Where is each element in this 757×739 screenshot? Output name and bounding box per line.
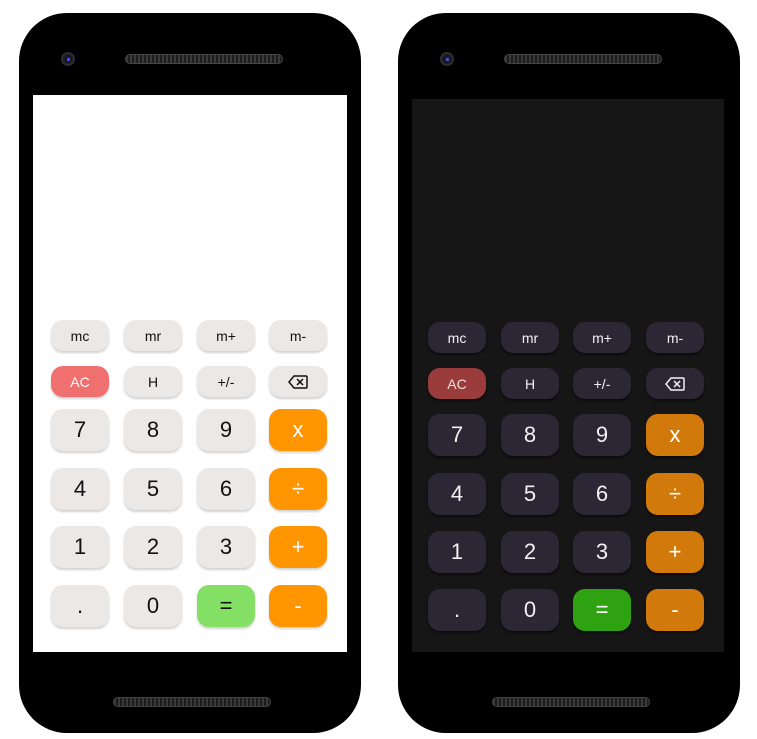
- digit-2-button[interactable]: 2: [124, 526, 182, 568]
- earpiece-speaker: [125, 54, 283, 64]
- multiply-button[interactable]: x: [269, 409, 327, 451]
- ac-button[interactable]: AC: [428, 368, 486, 399]
- ac-button[interactable]: AC: [51, 366, 109, 397]
- digit-6-button[interactable]: 6: [573, 473, 631, 515]
- digit-0-button[interactable]: 0: [501, 589, 559, 631]
- subtract-button[interactable]: -: [646, 589, 704, 631]
- digit-4-button[interactable]: 4: [428, 473, 486, 515]
- digit-1-button[interactable]: 1: [428, 531, 486, 573]
- bottom-speaker: [113, 697, 271, 707]
- phone-light: mc mr m+ m- AC H +/- 7 8 9 x 4 5 6 ÷ 1 2…: [19, 13, 361, 733]
- digit-7-button[interactable]: 7: [428, 414, 486, 456]
- digit-1-button[interactable]: 1: [51, 526, 109, 568]
- equals-button[interactable]: =: [197, 585, 255, 627]
- front-camera-icon: [61, 52, 75, 66]
- digit-2-button[interactable]: 2: [501, 531, 559, 573]
- calculator-screen-light: mc mr m+ m- AC H +/- 7 8 9 x 4 5 6 ÷ 1 2…: [33, 95, 347, 652]
- history-button[interactable]: H: [124, 366, 182, 397]
- digit-8-button[interactable]: 8: [501, 414, 559, 456]
- sign-toggle-button[interactable]: +/-: [573, 368, 631, 399]
- digit-3-button[interactable]: 3: [197, 526, 255, 568]
- multiply-button[interactable]: x: [646, 414, 704, 456]
- decimal-button[interactable]: .: [51, 585, 109, 627]
- m-plus-button[interactable]: m+: [197, 320, 255, 351]
- digit-7-button[interactable]: 7: [51, 409, 109, 451]
- backspace-icon: [288, 374, 308, 389]
- mc-button[interactable]: mc: [51, 320, 109, 351]
- m-minus-button[interactable]: m-: [269, 320, 327, 351]
- add-button[interactable]: +: [646, 531, 704, 573]
- digit-0-button[interactable]: 0: [124, 585, 182, 627]
- digit-9-button[interactable]: 9: [573, 414, 631, 456]
- digit-9-button[interactable]: 9: [197, 409, 255, 451]
- mr-button[interactable]: mr: [124, 320, 182, 351]
- digit-6-button[interactable]: 6: [197, 468, 255, 510]
- digit-3-button[interactable]: 3: [573, 531, 631, 573]
- phone-dark: mc mr m+ m- AC H +/- 7 8 9 x 4 5 6 ÷ 1 2…: [398, 13, 740, 733]
- backspace-icon: [665, 376, 685, 391]
- front-camera-icon: [440, 52, 454, 66]
- m-plus-button[interactable]: m+: [573, 322, 631, 353]
- backspace-button[interactable]: [646, 368, 704, 399]
- digit-4-button[interactable]: 4: [51, 468, 109, 510]
- digit-5-button[interactable]: 5: [124, 468, 182, 510]
- digit-5-button[interactable]: 5: [501, 473, 559, 515]
- divide-button[interactable]: ÷: [646, 473, 704, 515]
- history-button[interactable]: H: [501, 368, 559, 399]
- bottom-speaker: [492, 697, 650, 707]
- equals-button[interactable]: =: [573, 589, 631, 631]
- divide-button[interactable]: ÷: [269, 468, 327, 510]
- add-button[interactable]: +: [269, 526, 327, 568]
- mr-button[interactable]: mr: [501, 322, 559, 353]
- mc-button[interactable]: mc: [428, 322, 486, 353]
- decimal-button[interactable]: .: [428, 589, 486, 631]
- subtract-button[interactable]: -: [269, 585, 327, 627]
- calculator-screen-dark: mc mr m+ m- AC H +/- 7 8 9 x 4 5 6 ÷ 1 2…: [412, 99, 724, 652]
- m-minus-button[interactable]: m-: [646, 322, 704, 353]
- sign-toggle-button[interactable]: +/-: [197, 366, 255, 397]
- backspace-button[interactable]: [269, 366, 327, 397]
- earpiece-speaker: [504, 54, 662, 64]
- digit-8-button[interactable]: 8: [124, 409, 182, 451]
